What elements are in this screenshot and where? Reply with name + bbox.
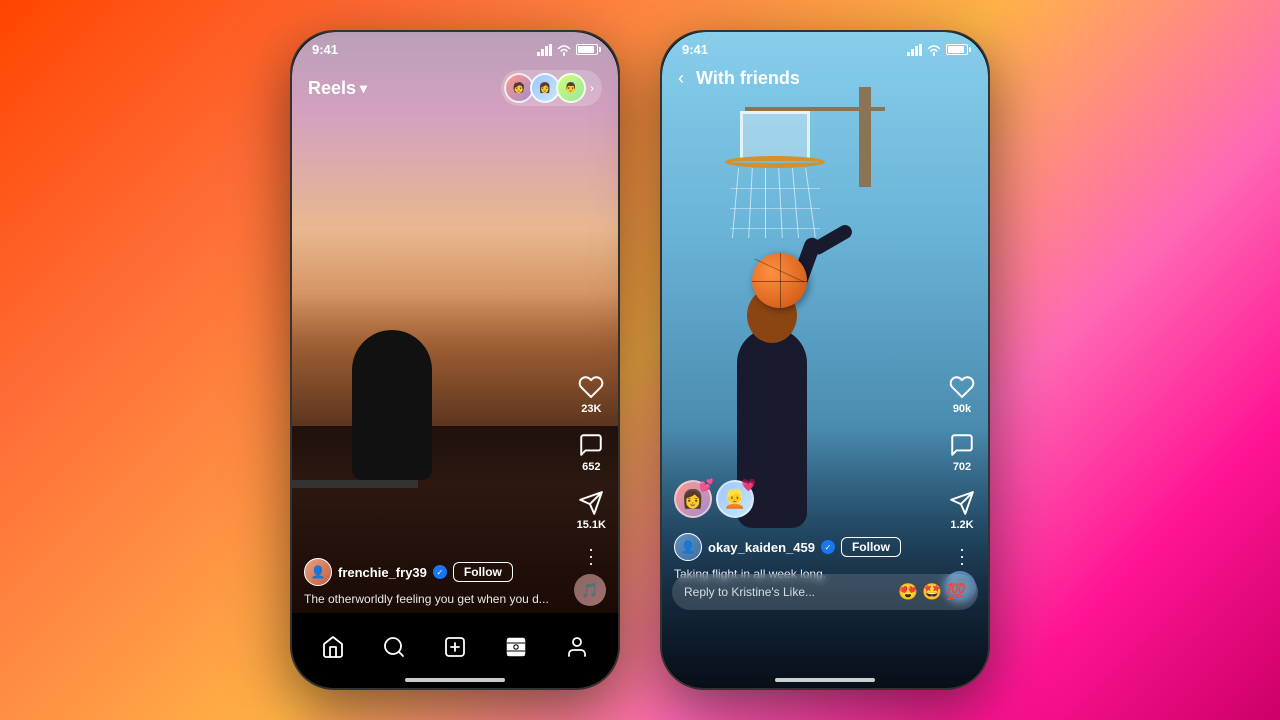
battery-icon-2 — [946, 44, 968, 55]
bottom-navigation — [292, 613, 618, 688]
with-friends-header: ‹ With friends — [662, 60, 988, 97]
comment-action-2[interactable]: 702 — [948, 431, 976, 473]
reels-chevron: ▾ — [360, 80, 367, 97]
back-button[interactable]: ‹ — [678, 68, 684, 89]
right-actions-bar-2: 90k 702 1.2K ·· — [948, 373, 976, 568]
reels-top-bar: Reels ▾ 🧑 👩 👨 › — [292, 62, 618, 114]
basketball — [752, 253, 807, 308]
story-avatar-3[interactable]: 👨 — [556, 73, 586, 103]
hoop-net — [730, 168, 820, 238]
comment-count-2: 702 — [953, 461, 971, 473]
emoji-2[interactable]: 🤩 — [922, 582, 942, 602]
status-icons — [537, 44, 598, 56]
home-indicator — [405, 678, 505, 682]
nav-profile[interactable] — [557, 631, 597, 663]
bottom-user-info: 👤 frenchie_fry39 ✓ Follow The otherworld… — [304, 558, 558, 608]
more-dots-icon-2[interactable]: ··· — [951, 547, 972, 568]
stories-group[interactable]: 🧑 👩 👨 › — [501, 70, 602, 106]
with-friends-title: With friends — [696, 68, 800, 89]
share-icon-2[interactable] — [948, 489, 976, 517]
user-avatar[interactable]: 👤 — [304, 558, 332, 586]
user-avatar-2[interactable]: 👤 — [674, 533, 702, 561]
emoji-1[interactable]: 😍 — [898, 582, 918, 602]
reels-label[interactable]: Reels — [308, 78, 356, 99]
share-action-2[interactable]: 1.2K — [948, 489, 976, 531]
username[interactable]: frenchie_fry39 — [338, 565, 427, 580]
user-row-2: 👤 okay_kaiden_459 ✓ Follow — [674, 533, 928, 561]
status-icons-2 — [907, 44, 968, 56]
emoji-3[interactable]: 💯 — [946, 582, 966, 602]
nav-reels[interactable] — [496, 631, 536, 663]
home-indicator-2 — [775, 678, 875, 682]
like-action[interactable]: 23K — [577, 373, 605, 415]
share-count: 15.1K — [577, 519, 606, 531]
verified-badge: ✓ — [433, 565, 447, 579]
reaction-avatar-2: 👱 💗 — [716, 480, 754, 518]
more-dots-icon[interactable]: ··· — [581, 547, 602, 568]
comment-icon-2[interactable] — [948, 431, 976, 459]
music-icon: 🎵 — [574, 574, 606, 606]
nav-search[interactable] — [374, 631, 414, 663]
nav-home[interactable] — [313, 631, 353, 663]
signal-icon — [537, 44, 552, 56]
nav-add[interactable] — [435, 631, 475, 663]
basketball-hoop-container — [725, 87, 925, 238]
heart-icon[interactable] — [577, 373, 605, 401]
share-action[interactable]: 15.1K — [577, 489, 606, 531]
hoop-backboard — [740, 111, 810, 161]
music-info[interactable]: 🎵 — [574, 574, 606, 606]
status-bar: 9:41 — [292, 32, 618, 61]
reply-emojis: 😍 🤩 💯 — [898, 582, 966, 602]
like-action-2[interactable]: 90k — [948, 373, 976, 415]
more-action-2[interactable]: ··· — [952, 547, 973, 568]
share-icon[interactable] — [577, 489, 605, 517]
heart-icon-2[interactable] — [948, 373, 976, 401]
figure-silhouette — [352, 330, 432, 480]
reply-bar[interactable]: Reply to Kristine's Like... 😍 🤩 💯 — [672, 574, 978, 610]
reaction-heart-1: 💕 — [699, 478, 714, 492]
comment-icon[interactable] — [577, 431, 605, 459]
comment-count: 652 — [582, 461, 600, 473]
stories-chevron: › — [590, 81, 594, 95]
hoop-pole — [859, 87, 871, 187]
like-count: 23K — [581, 403, 601, 415]
reaction-avatars: 👩 💕 👱 💗 — [674, 480, 754, 518]
reaction-avatar-1: 👩 💕 — [674, 480, 712, 518]
status-time-2: 9:41 — [682, 42, 708, 57]
more-action[interactable]: ··· — [581, 547, 602, 568]
follow-button[interactable]: Follow — [453, 562, 513, 582]
username-2[interactable]: okay_kaiden_459 — [708, 540, 815, 555]
caption-text: The otherworldly feeling you get when yo… — [304, 592, 549, 606]
share-count-2: 1.2K — [950, 519, 973, 531]
hoop-ring — [725, 156, 825, 168]
comment-action[interactable]: 652 — [577, 431, 605, 473]
reply-placeholder[interactable]: Reply to Kristine's Like... — [684, 585, 815, 599]
like-count-2: 90k — [953, 403, 971, 415]
status-time: 9:41 — [312, 42, 338, 57]
status-bar-2: 9:41 — [662, 32, 988, 61]
follow-button-2[interactable]: Follow — [841, 537, 901, 557]
phone-reels: 9:41 Reels — [290, 30, 620, 690]
battery-icon — [576, 44, 598, 55]
reels-title: Reels ▾ — [308, 78, 367, 99]
user-row: 👤 frenchie_fry39 ✓ Follow — [304, 558, 558, 586]
silhouette-base — [292, 480, 418, 488]
wifi-icon — [556, 44, 572, 56]
signal-icon-2 — [907, 44, 922, 56]
verified-badge-2: ✓ — [821, 540, 835, 554]
right-actions-bar: 23K 652 15.1K · — [577, 373, 606, 568]
reaction-heart-2: 💗 — [741, 478, 756, 492]
phone-with-friends: 9:41 ‹ With frie — [660, 30, 990, 690]
wifi-icon-2 — [926, 44, 942, 56]
